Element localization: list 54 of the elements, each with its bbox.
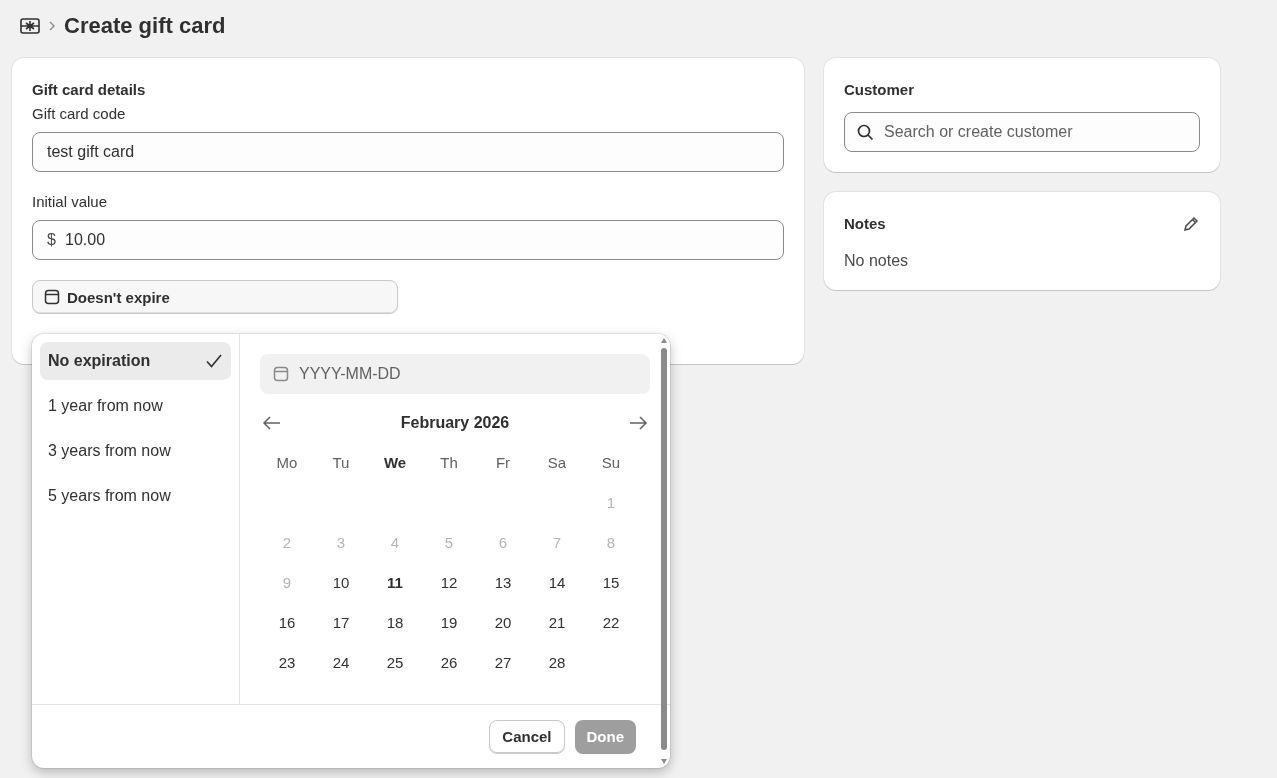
expiry-option[interactable]: No expiration bbox=[40, 342, 231, 380]
scrollbar[interactable] bbox=[660, 336, 668, 766]
cancel-button[interactable]: Cancel bbox=[489, 719, 565, 754]
calendar-day[interactable]: 16 bbox=[260, 602, 314, 642]
calendar-day[interactable]: 26 bbox=[422, 642, 476, 682]
calendar-day[interactable]: 18 bbox=[368, 602, 422, 642]
search-icon bbox=[857, 123, 874, 141]
weekday-label: Fr bbox=[494, 452, 512, 473]
weekday-label: Sa bbox=[546, 452, 568, 473]
card-heading: Gift card details bbox=[32, 80, 147, 100]
chevron-right-icon bbox=[48, 21, 56, 31]
weekday-label: Tu bbox=[331, 452, 351, 473]
calendar-day[interactable]: 10 bbox=[314, 562, 368, 602]
calendar-day[interactable]: 27 bbox=[476, 642, 530, 682]
customer-search-field[interactable]: Search or create customer bbox=[844, 112, 1200, 152]
weekday-label: Mo bbox=[275, 452, 299, 473]
calendar-day[interactable]: 20 bbox=[476, 602, 530, 642]
calendar-day[interactable]: 17 bbox=[314, 602, 368, 642]
calendar-icon bbox=[272, 365, 290, 383]
checkmark-icon bbox=[205, 352, 223, 370]
card-heading: Notes bbox=[844, 214, 886, 234]
calendar-day[interactable]: 13 bbox=[476, 562, 530, 602]
gift-card-code-field[interactable]: test gift card bbox=[32, 132, 784, 172]
weekday-label: Su bbox=[600, 452, 622, 473]
field-label: Initial value bbox=[32, 192, 109, 212]
weekday-label: Th bbox=[439, 452, 459, 473]
calendar-day[interactable]: 21 bbox=[530, 602, 584, 642]
expiry-option[interactable]: 1 year from now bbox=[40, 387, 231, 425]
expiry-option[interactable]: 3 years from now bbox=[40, 432, 231, 470]
edit-icon[interactable] bbox=[1182, 215, 1200, 233]
weekday-label: We bbox=[382, 452, 408, 473]
calendar-day[interactable]: 24 bbox=[314, 642, 368, 682]
calendar-day[interactable]: 23 bbox=[260, 642, 314, 682]
calendar-icon bbox=[43, 288, 61, 306]
calendar-day[interactable]: 19 bbox=[422, 602, 476, 642]
calendar-day[interactable]: 12 bbox=[422, 562, 476, 602]
currency-prefix: $ bbox=[47, 231, 56, 249]
date-field[interactable]: YYYY-MM-DD bbox=[260, 354, 650, 394]
arrow-left-icon bbox=[262, 416, 282, 430]
page-title: Create gift card bbox=[64, 13, 226, 39]
expiry-button[interactable]: Doesn't expire bbox=[32, 280, 398, 314]
gift-card-icon[interactable] bbox=[20, 18, 40, 34]
calendar-day[interactable]: 22 bbox=[584, 602, 638, 642]
calendar-day[interactable]: 15 bbox=[584, 562, 638, 602]
calendar-day[interactable]: 14 bbox=[530, 562, 584, 602]
month-title: February 2026 bbox=[400, 414, 510, 432]
expiry-option[interactable]: 5 years from now bbox=[40, 477, 231, 515]
arrow-right-icon bbox=[628, 416, 648, 430]
field-label: Gift card code bbox=[32, 104, 127, 124]
calendar-day[interactable]: 28 bbox=[530, 642, 584, 682]
notes-text: No notes bbox=[844, 252, 910, 270]
calendar-day[interactable]: 11 bbox=[368, 562, 422, 602]
calendar-day[interactable]: 25 bbox=[368, 642, 422, 682]
card-heading: Customer bbox=[844, 80, 915, 100]
